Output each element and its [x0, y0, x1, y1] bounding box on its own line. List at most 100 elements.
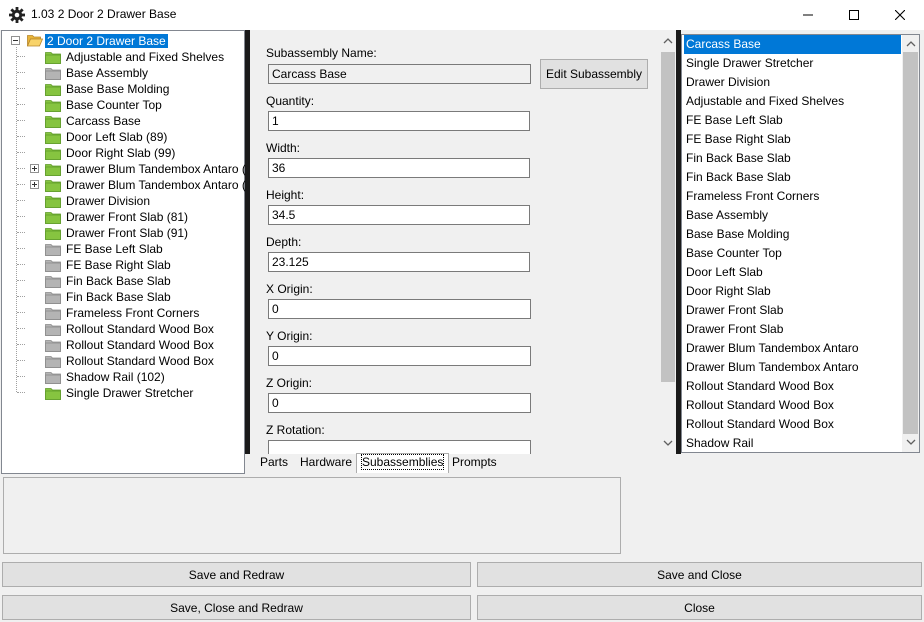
green-folder-icon — [45, 116, 61, 128]
list-item[interactable]: Rollout Standard Wood Box — [684, 396, 901, 415]
gray-folder-icon — [45, 68, 61, 80]
tree-line — [17, 392, 25, 393]
height-field[interactable]: 34.5 — [268, 205, 530, 225]
subassembly-list[interactable]: Carcass Base Single Drawer Stretcher Drawe… — [681, 34, 920, 453]
scroll-up-icon[interactable] — [663, 37, 673, 44]
scrollbar-thumb[interactable] — [903, 52, 918, 434]
gear-icon — [8, 6, 26, 24]
green-folder-icon — [45, 164, 61, 176]
tree-item-label: Rollout Standard Wood Box — [66, 322, 214, 336]
tab-parts[interactable]: Parts — [255, 454, 293, 473]
z-origin-label: Z Origin: — [266, 376, 313, 390]
minus-icon — [13, 40, 18, 41]
edit-subassembly-button[interactable]: Edit Subassembly — [540, 59, 648, 89]
list-item[interactable]: Base Counter Top — [684, 244, 901, 263]
x-origin-field[interactable]: 0 — [268, 299, 531, 319]
list-item[interactable]: Drawer Blum Tandembox Antaro — [684, 339, 901, 358]
tree-item-label: Base Base Molding — [66, 82, 170, 96]
scroll-down-icon[interactable] — [663, 440, 673, 447]
gray-folder-icon — [45, 292, 61, 304]
list-item[interactable]: Drawer Division — [684, 73, 901, 92]
list-item[interactable]: Fin Back Base Slab — [684, 149, 901, 168]
list-item[interactable]: Carcass Base — [684, 35, 901, 54]
save-and-redraw-button[interactable]: Save and Redraw — [2, 562, 471, 587]
properties-scrollbar[interactable] — [660, 32, 676, 452]
tree-item-label: Rollout Standard Wood Box — [66, 354, 214, 368]
list-item[interactable]: Fin Back Base Slab — [684, 168, 901, 187]
scroll-up-icon[interactable] — [906, 40, 916, 47]
width-field[interactable]: 36 — [268, 158, 530, 178]
y-origin-field[interactable]: 0 — [268, 346, 531, 366]
z-rotation-label: Z Rotation: — [266, 423, 325, 437]
close-window-button[interactable] — [877, 0, 923, 30]
tree-item-label: Rollout Standard Wood Box — [66, 338, 214, 352]
list-item[interactable]: Adjustable and Fixed Shelves — [684, 92, 901, 111]
tree-line — [17, 120, 25, 121]
tab-hardware[interactable]: Hardware — [295, 454, 357, 473]
tree-item-label: Adjustable and Fixed Shelves — [66, 50, 225, 64]
tree-expand-toggle[interactable] — [30, 164, 39, 173]
quantity-field[interactable]: 1 — [268, 111, 530, 131]
tab-prompts[interactable]: Prompts — [447, 454, 502, 473]
tree-expand-toggle[interactable] — [30, 180, 39, 189]
tree-item-label: Base Counter Top — [66, 98, 162, 112]
save-close-and-redraw-button[interactable]: Save, Close and Redraw — [2, 595, 471, 620]
z-rotation-field[interactable] — [268, 440, 531, 454]
tree-item-label: FE Base Right Slab — [66, 258, 171, 272]
tree-line — [17, 296, 25, 297]
y-origin-label: Y Origin: — [266, 329, 313, 343]
plus-icon — [32, 182, 37, 187]
tree-line — [17, 216, 25, 217]
green-folder-icon — [45, 148, 61, 160]
tree-item-label: Fin Back Base Slab — [66, 290, 171, 304]
close-icon — [895, 10, 905, 20]
plus-icon — [32, 166, 37, 171]
width-label: Width: — [266, 141, 301, 155]
maximize-icon — [849, 10, 859, 20]
list-item[interactable]: Shadow Rail — [684, 434, 901, 452]
gray-folder-icon — [45, 356, 61, 368]
list-item[interactable]: Frameless Front Corners — [684, 187, 901, 206]
list-item[interactable]: Door Right Slab — [684, 282, 901, 301]
tree-line — [17, 136, 25, 137]
tree-line — [17, 360, 25, 361]
green-folder-icon — [45, 180, 61, 192]
list-item[interactable]: Base Base Molding — [684, 225, 901, 244]
list-scrollbar[interactable] — [902, 35, 919, 452]
list-item[interactable]: FE Base Left Slab — [684, 111, 901, 130]
minimize-button[interactable] — [785, 0, 831, 30]
list-item[interactable]: Single Drawer Stretcher — [684, 54, 901, 73]
z-origin-field[interactable]: 0 — [268, 393, 531, 413]
tree-line — [17, 152, 25, 153]
list-item[interactable]: Rollout Standard Wood Box — [684, 377, 901, 396]
close-button[interactable]: Close — [477, 595, 922, 620]
list-item[interactable]: Drawer Front Slab — [684, 320, 901, 339]
title-bar: 1.03 2 Door 2 Drawer Base — [0, 0, 924, 30]
list-item[interactable]: Drawer Front Slab — [684, 301, 901, 320]
x-origin-label: X Origin: — [266, 282, 313, 296]
tab-subassemblies[interactable]: Subassemblies — [356, 453, 450, 473]
scrollbar-thumb[interactable] — [661, 52, 675, 382]
tree-line — [17, 168, 25, 169]
tree-item-label: Drawer Division — [66, 194, 151, 208]
save-and-close-button[interactable]: Save and Close — [477, 562, 922, 587]
list-item[interactable]: Door Left Slab — [684, 263, 901, 282]
list-item[interactable]: Drawer Blum Tandembox Antaro — [684, 358, 901, 377]
subassembly-tree[interactable]: 2 Door 2 Drawer Base Adjustable and Fixe… — [1, 30, 263, 474]
message-area — [3, 477, 621, 554]
maximize-button[interactable] — [831, 0, 877, 30]
subassembly-name-field[interactable]: Carcass Base — [268, 64, 531, 84]
gray-folder-icon — [45, 244, 61, 256]
list-item[interactable]: FE Base Right Slab — [684, 130, 901, 149]
tree-line — [17, 88, 25, 89]
gray-folder-icon — [45, 372, 61, 384]
list-item[interactable]: Base Assembly — [684, 206, 901, 225]
green-folder-icon — [45, 196, 61, 208]
depth-field[interactable]: 23.125 — [268, 252, 530, 272]
tree-collapse-toggle[interactable] — [11, 36, 20, 45]
tree-line — [17, 264, 25, 265]
height-label: Height: — [266, 188, 305, 202]
scroll-down-icon[interactable] — [906, 439, 916, 446]
tree-item-label: Door Right Slab (99) — [66, 146, 176, 160]
list-item[interactable]: Rollout Standard Wood Box — [684, 415, 901, 434]
